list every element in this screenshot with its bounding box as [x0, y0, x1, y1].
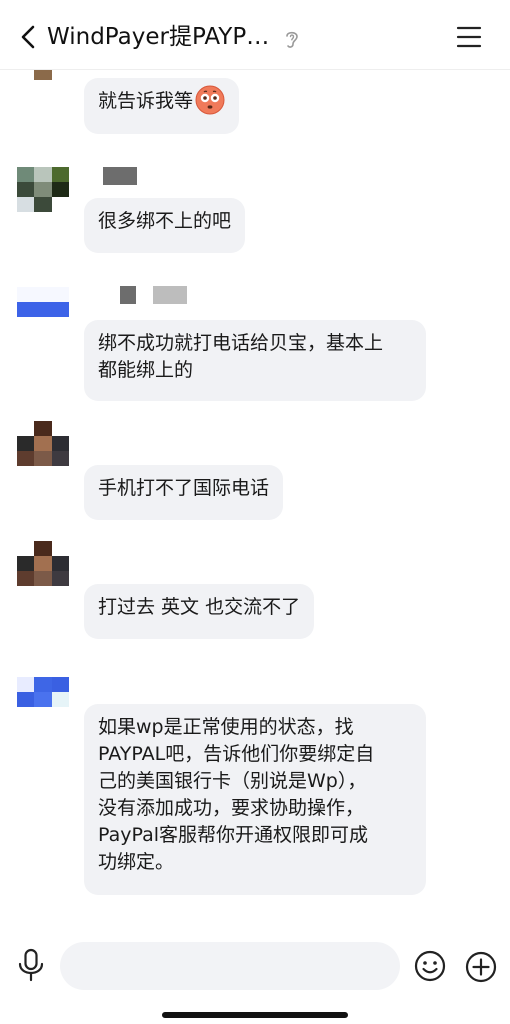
chat-screen: WindPayer提PAYP… 就告诉我等 很多绑不上的吧 绑不成功就打电话给贝…	[0, 0, 510, 1024]
ear-icon	[286, 31, 298, 48]
sender-name	[103, 167, 137, 185]
plus-circle-icon	[465, 951, 497, 983]
message-bubble[interactable]: 打过去 英文 也交流不了	[84, 584, 315, 639]
message-text: 手机打不了国际电话	[98, 477, 270, 499]
menu-button[interactable]	[455, 24, 483, 50]
chat-title[interactable]: WindPayer提PAYP…	[47, 22, 269, 52]
avatar[interactable]	[17, 167, 69, 212]
smiley-icon	[414, 950, 446, 982]
message-bubble[interactable]: 绑不成功就打电话给贝宝，基本上 都能绑上的	[84, 320, 426, 401]
message-bubble[interactable]: 如果wp是正常使用的状态，找 PAYPAL吧，告诉他们你要绑定自 己的美国银行卡…	[84, 704, 426, 895]
avatar[interactable]	[17, 287, 69, 317]
back-button[interactable]	[14, 22, 42, 52]
more-button[interactable]	[464, 950, 498, 984]
chat-header: WindPayer提PAYP…	[0, 0, 510, 70]
message-text: 打过去 英文 也交流不了	[98, 596, 301, 618]
sender-name	[153, 286, 187, 304]
microphone-icon	[18, 948, 44, 982]
message-list[interactable]: 就告诉我等 很多绑不上的吧 绑不成功就打电话给贝宝，基本上 都能绑上的 手机打不…	[0, 66, 510, 930]
message-input[interactable]	[60, 942, 400, 990]
input-bar	[0, 930, 510, 1024]
avatar[interactable]	[17, 541, 69, 586]
message-bubble[interactable]: 手机打不了国际电话	[84, 465, 284, 520]
message-text: 绑不成功就打电话给贝宝，基本上 都能绑上的	[98, 332, 384, 381]
message-text: 如果wp是正常使用的状态，找 PAYPAL吧，告诉他们你要绑定自 己的美国银行卡…	[98, 716, 375, 873]
sender-name	[120, 286, 136, 304]
message-bubble[interactable]: 很多绑不上的吧	[84, 198, 246, 253]
message-text: 很多绑不上的吧	[98, 210, 232, 232]
message-bubble[interactable]: 就告诉我等	[84, 78, 240, 134]
voice-button[interactable]	[16, 948, 46, 982]
avatar[interactable]	[17, 677, 69, 707]
home-indicator[interactable]	[162, 1012, 348, 1018]
chevron-left-icon	[21, 25, 35, 49]
avatar[interactable]	[17, 421, 69, 466]
menu-icon	[456, 26, 482, 48]
flushed-face-emoji	[195, 85, 225, 114]
emoji-button[interactable]	[414, 950, 446, 982]
message-text: 就告诉我等	[98, 90, 194, 112]
